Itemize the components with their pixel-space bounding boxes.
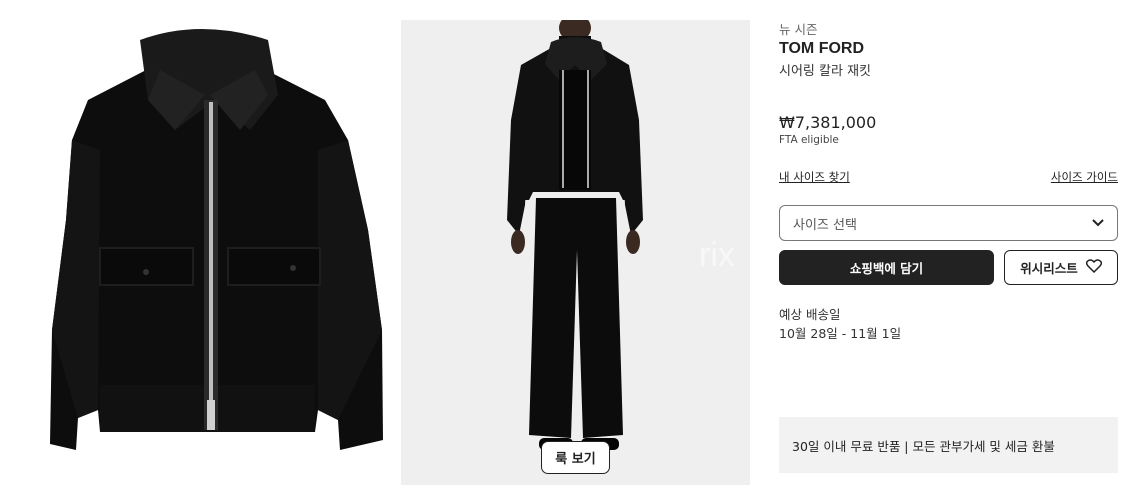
chevron-down-icon xyxy=(1091,216,1105,230)
estimated-delivery-label: 예상 배송일 xyxy=(779,307,841,322)
product-page: rix 룩 보기 뉴 시즌 TOM FORD 시어링 칼라 재킷 ₩7,381,… xyxy=(0,0,1136,491)
product-image-model[interactable]: rix 룩 보기 xyxy=(401,20,750,485)
size-select-dropdown[interactable]: 사이즈 선택 xyxy=(779,205,1118,241)
wishlist-label: 위시리스트 xyxy=(1020,261,1078,276)
product-name: 시어링 칼라 재킷 xyxy=(779,64,871,79)
product-price: ₩7,381,000 xyxy=(779,113,877,132)
fta-note: FTA eligible xyxy=(779,134,839,146)
product-image-front[interactable] xyxy=(0,0,393,491)
size-guide-link[interactable]: 사이즈 가이드 xyxy=(1051,169,1118,185)
image-watermark: rix xyxy=(699,236,735,274)
estimated-delivery-dates: 10월 28일 - 11월 1일 xyxy=(779,326,902,341)
season-label: 뉴 시즌 xyxy=(779,22,818,37)
model-illustration xyxy=(507,20,643,450)
returns-banner-text: 30일 이내 무료 반품 | 모든 관부가세 및 세금 환불 xyxy=(792,438,1055,454)
find-my-size-link[interactable]: 내 사이즈 찾기 xyxy=(779,169,850,185)
heart-icon xyxy=(1085,259,1102,276)
returns-banner: 30일 이내 무료 반품 | 모든 관부가세 및 세금 환불 xyxy=(779,417,1118,473)
jacket-front-illustration xyxy=(50,29,383,450)
add-to-bag-button[interactable]: 쇼핑백에 담기 xyxy=(779,250,994,285)
size-select-placeholder: 사이즈 선택 xyxy=(793,217,857,233)
view-look-button[interactable]: 룩 보기 xyxy=(541,441,610,474)
brand-name[interactable]: TOM FORD xyxy=(779,40,864,58)
wishlist-button[interactable]: 위시리스트 xyxy=(1004,250,1118,285)
